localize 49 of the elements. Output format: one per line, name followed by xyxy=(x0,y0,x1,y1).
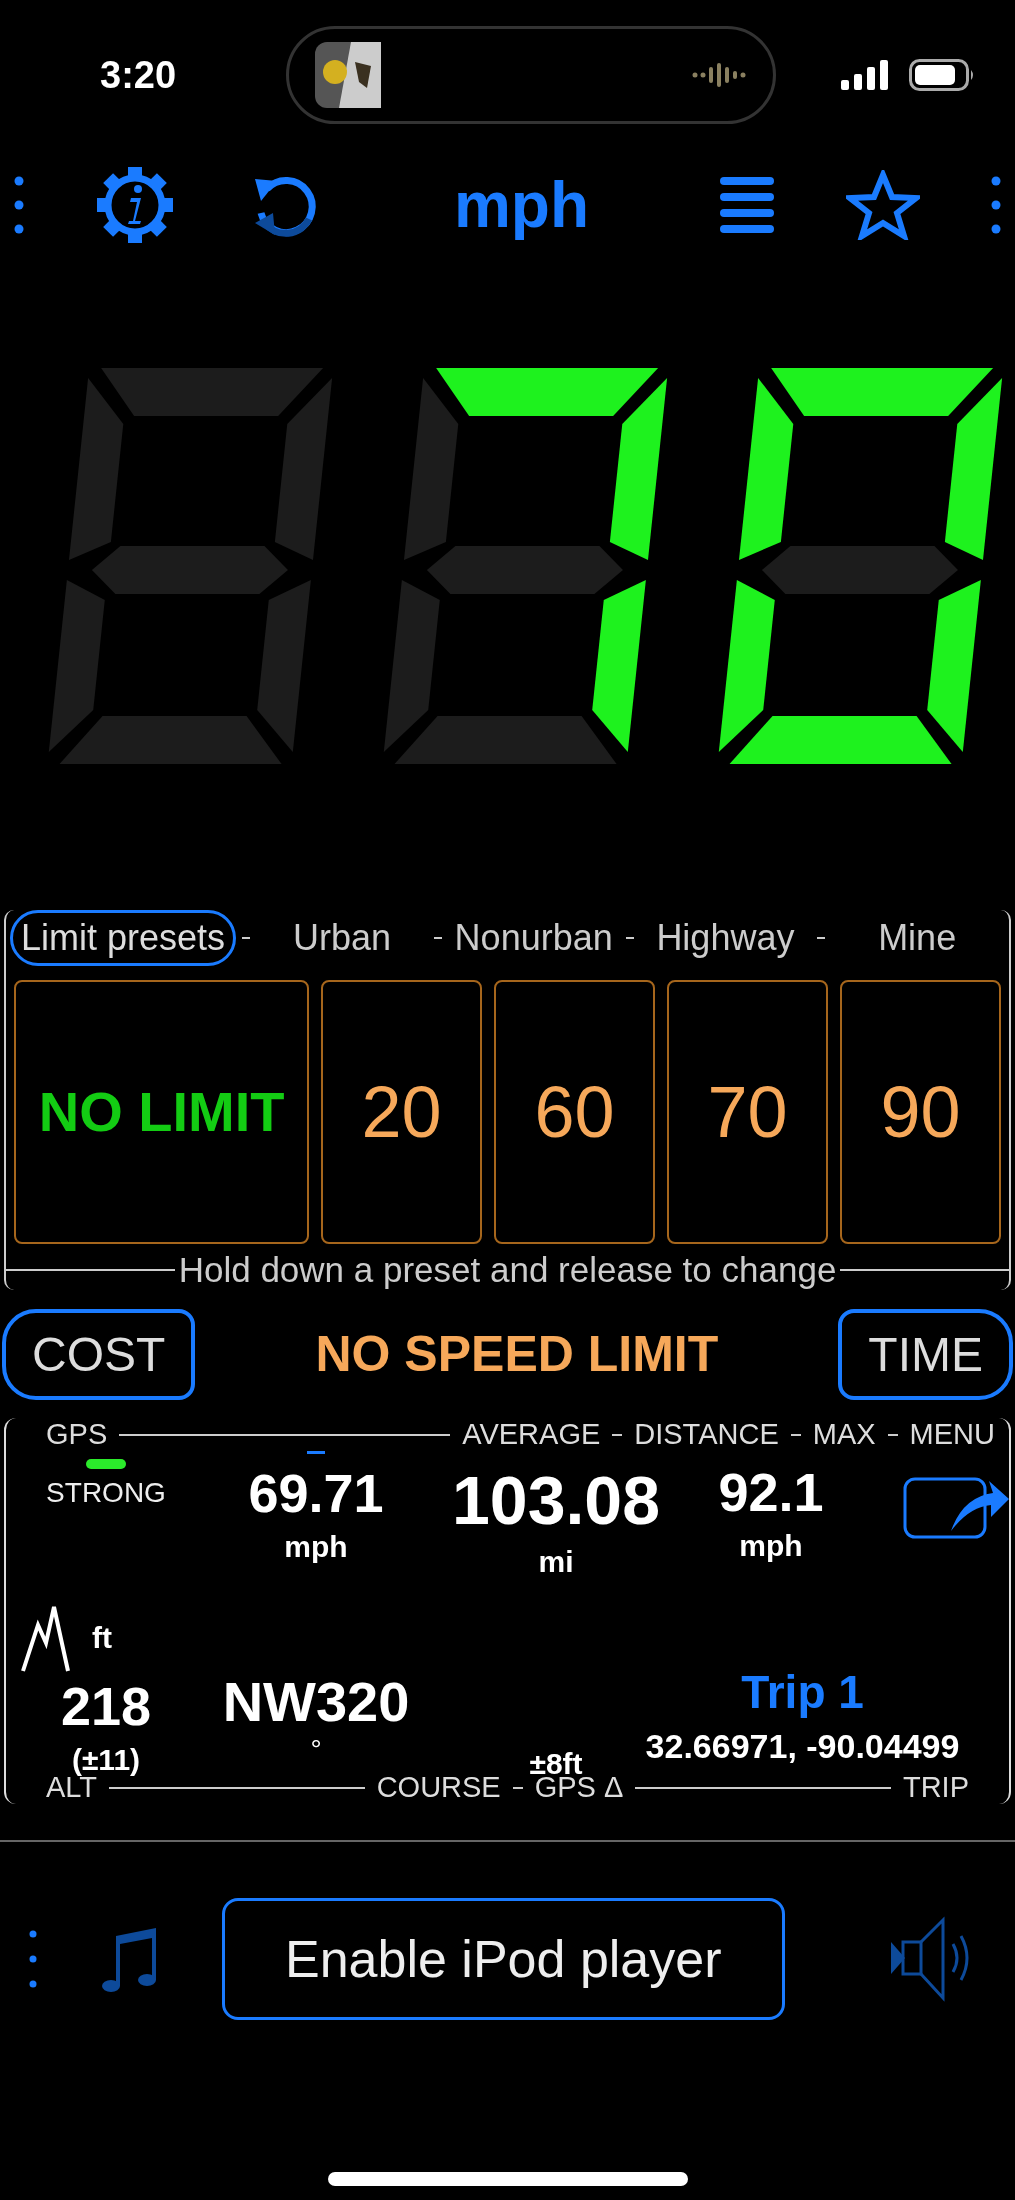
unit-label: mph xyxy=(284,1530,348,1564)
max-speed: 92.1 xyxy=(718,1461,824,1523)
unit-label: mph xyxy=(739,1529,803,1563)
distance-value: 103.08 xyxy=(452,1461,660,1539)
preset-button[interactable]: 70 xyxy=(667,980,829,1244)
more-icon[interactable] xyxy=(990,175,1001,235)
signal-icon xyxy=(841,60,889,90)
column-label: MENU xyxy=(909,1418,995,1451)
enable-player-button[interactable]: Enable iPod player xyxy=(222,1898,785,2020)
battery-icon xyxy=(909,59,975,91)
average-speed: 69.71 xyxy=(248,1462,384,1524)
column-label: TRIP xyxy=(902,1771,969,1804)
cost-button[interactable]: COST xyxy=(2,1308,196,1400)
clock-time: 3:20 xyxy=(100,53,178,97)
column-label: DISTANCE xyxy=(634,1418,779,1451)
speed-limit-status: NO SPEED LIMIT xyxy=(315,1325,719,1383)
trip-name[interactable]: Trip 1 xyxy=(741,1665,864,1719)
preset-label: Highway xyxy=(655,917,796,959)
time-button[interactable]: TIME xyxy=(838,1308,1013,1400)
coordinates: 32.66971, -90.04499 xyxy=(645,1727,960,1766)
hint-text: Hold down a preset and release to change xyxy=(177,1250,838,1290)
preset-button[interactable]: NO LIMIT xyxy=(14,980,310,1244)
degree-unit: ° xyxy=(310,1734,322,1766)
unit-label: ft xyxy=(92,1621,112,1655)
preset-label: Nonurban xyxy=(453,917,614,959)
column-label: MAX xyxy=(812,1418,876,1451)
page-indicator xyxy=(307,1451,325,1454)
preset-label: Mine xyxy=(877,917,958,959)
waveform-icon xyxy=(690,60,747,90)
preset-button[interactable]: 60 xyxy=(494,980,656,1244)
info-gear-icon[interactable] xyxy=(95,165,176,245)
preset-button[interactable]: 20 xyxy=(321,980,483,1244)
star-icon[interactable] xyxy=(845,170,920,240)
menu-icon[interactable] xyxy=(720,175,775,235)
gps-strength: STRONG xyxy=(46,1477,166,1509)
unit-button[interactable]: mph xyxy=(393,168,650,242)
gps-strength-bar xyxy=(86,1459,126,1469)
preset-label: Urban xyxy=(291,917,392,959)
presets-button[interactable]: Limit presets xyxy=(10,910,237,966)
course-value: NW320 xyxy=(222,1669,410,1734)
column-label: AVERAGE xyxy=(462,1418,601,1451)
column-label: COURSE xyxy=(376,1771,501,1804)
app-icon xyxy=(314,42,381,108)
unit-label: mi xyxy=(538,1545,574,1579)
column-label: GPS xyxy=(46,1418,108,1451)
altitude-value: 218 xyxy=(60,1675,152,1737)
preset-button[interactable]: 90 xyxy=(840,980,1001,1244)
more-icon[interactable] xyxy=(28,1929,38,1989)
more-icon[interactable] xyxy=(14,175,24,235)
